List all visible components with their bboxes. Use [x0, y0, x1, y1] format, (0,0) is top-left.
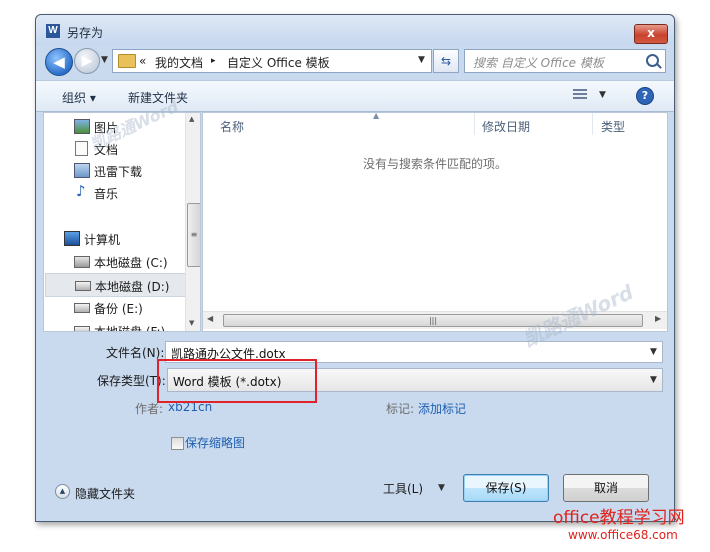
drive-icon	[74, 303, 90, 313]
dialog-title: 另存为	[67, 26, 104, 40]
sidebar-item-label: 本地磁盘 (F:)	[94, 325, 166, 332]
word-icon: W	[46, 24, 60, 38]
drive-icon	[74, 326, 90, 331]
sidebar-item-label: 备份 (E:)	[94, 302, 143, 316]
save-as-dialog: W 另存为 x ◀ ▶ ▼ « 我的文档 ▸ 自定义 Office 模板 ▼ ⇆…	[35, 14, 675, 522]
scroll-up-arrow-icon[interactable]: ▲	[189, 115, 194, 123]
close-button[interactable]: x	[634, 24, 668, 44]
sidebar-item-drive-f[interactable]: 本地磁盘 (F:)	[44, 319, 184, 332]
column-header-name[interactable]: 名称	[220, 118, 244, 140]
sidebar-item-drive-d[interactable]: 本地磁盘 (D:)	[45, 273, 187, 297]
column-divider[interactable]	[592, 113, 593, 135]
highlight-box	[157, 359, 317, 403]
scroll-right-arrow-icon[interactable]: ▶	[655, 314, 661, 323]
add-tags-link[interactable]: 添加标记	[418, 400, 466, 417]
collapse-icon[interactable]: ▲	[55, 484, 70, 499]
search-icon[interactable]	[646, 54, 659, 67]
tools-dropdown-icon[interactable]: ▼	[438, 483, 445, 493]
refresh-button[interactable]: ⇆	[433, 49, 459, 73]
address-bar[interactable]: « 我的文档 ▸ 自定义 Office 模板 ▼	[112, 49, 432, 73]
scrollbar-thumb[interactable]: ≡	[187, 203, 200, 267]
forward-button[interactable]: ▶	[74, 48, 100, 74]
filetype-dropdown[interactable]: ▼	[650, 375, 657, 385]
column-header-type[interactable]: 类型	[601, 118, 625, 140]
navigation-pane: 图片 文档 迅雷下载 ♪ 音乐 计算机 本地磁盘 (C:) 本地磁盘 (D:)	[43, 112, 201, 332]
organize-menu[interactable]: 组织 ▾	[62, 89, 96, 106]
sidebar-item-label: 本地磁盘 (D:)	[95, 280, 170, 294]
recent-locations-dropdown[interactable]: ▼	[101, 55, 108, 65]
folder-icon	[118, 54, 136, 68]
empty-message: 没有与搜索条件匹配的项。	[363, 157, 508, 171]
music-icon: ♪	[76, 182, 86, 200]
scroll-down-arrow-icon[interactable]: ▼	[189, 319, 194, 327]
scroll-left-arrow-icon[interactable]: ◀	[207, 314, 213, 323]
filename-dropdown[interactable]: ▼	[650, 347, 657, 357]
sidebar-item-thunder-downloads[interactable]: 迅雷下载	[44, 159, 184, 181]
breadcrumb-separator[interactable]: ▸	[211, 56, 216, 66]
sort-arrow-icon: ▲	[373, 112, 380, 120]
breadcrumb-documents[interactable]: 我的文档	[155, 54, 203, 71]
sidebar-item-drive-c[interactable]: 本地磁盘 (C:)	[44, 250, 184, 272]
breadcrumb-templates[interactable]: 自定义 Office 模板	[227, 54, 330, 71]
sidebar-item-music[interactable]: ♪ 音乐	[44, 181, 184, 203]
view-options-icon[interactable]	[573, 89, 587, 101]
download-folder-icon	[74, 163, 90, 178]
sidebar-scrollbar[interactable]: ▲ ≡ ▼	[185, 113, 200, 331]
sidebar-item-label: 计算机	[84, 233, 121, 247]
sidebar-item-label: 本地磁盘 (C:)	[94, 256, 168, 270]
save-thumbnail-label[interactable]: 保存缩略图	[185, 434, 245, 451]
title-bar: W 另存为 x	[36, 15, 674, 45]
navigation-bar: ◀ ▶ ▼ « 我的文档 ▸ 自定义 Office 模板 ▼ ⇆ 搜索 自定义 …	[36, 45, 674, 79]
search-box[interactable]: 搜索 自定义 Office 模板	[464, 49, 666, 73]
site-brand: office教程学习网	[553, 508, 685, 528]
address-dropdown[interactable]: ▼	[418, 55, 425, 65]
computer-icon	[64, 231, 80, 246]
filename-label: 文件名(N):	[106, 346, 165, 360]
system-drive-icon	[74, 256, 90, 268]
hide-folders-button[interactable]: 隐藏文件夹	[75, 485, 135, 502]
column-header-date[interactable]: 修改日期	[482, 118, 530, 140]
save-button[interactable]: 保存(S)	[463, 474, 549, 502]
tags-label: 标记:	[386, 402, 415, 416]
search-input[interactable]: 搜索 自定义 Office 模板	[473, 54, 604, 71]
command-toolbar: 组织 ▾ 新建文件夹 ▼ ?	[36, 80, 674, 112]
view-options-dropdown[interactable]: ▼	[599, 90, 606, 100]
filetype-label: 保存类型(T):	[97, 374, 166, 388]
sidebar-item-label: 迅雷下载	[94, 165, 143, 179]
tools-menu[interactable]: 工具(L)	[383, 480, 423, 497]
drive-icon	[75, 281, 91, 291]
cancel-button[interactable]: 取消	[563, 474, 649, 502]
help-icon[interactable]: ?	[636, 87, 654, 105]
sidebar-item-label: 音乐	[94, 187, 119, 201]
path-overflow[interactable]: «	[139, 54, 146, 68]
sidebar-item-drive-e[interactable]: 备份 (E:)	[44, 296, 184, 318]
column-divider[interactable]	[474, 113, 475, 135]
documents-icon	[75, 141, 88, 156]
site-url: www.office68.com	[568, 528, 678, 542]
sidebar-item-computer[interactable]: 计算机	[44, 227, 184, 249]
back-button[interactable]: ◀	[45, 48, 73, 76]
save-thumbnail-checkbox[interactable]	[171, 437, 184, 450]
